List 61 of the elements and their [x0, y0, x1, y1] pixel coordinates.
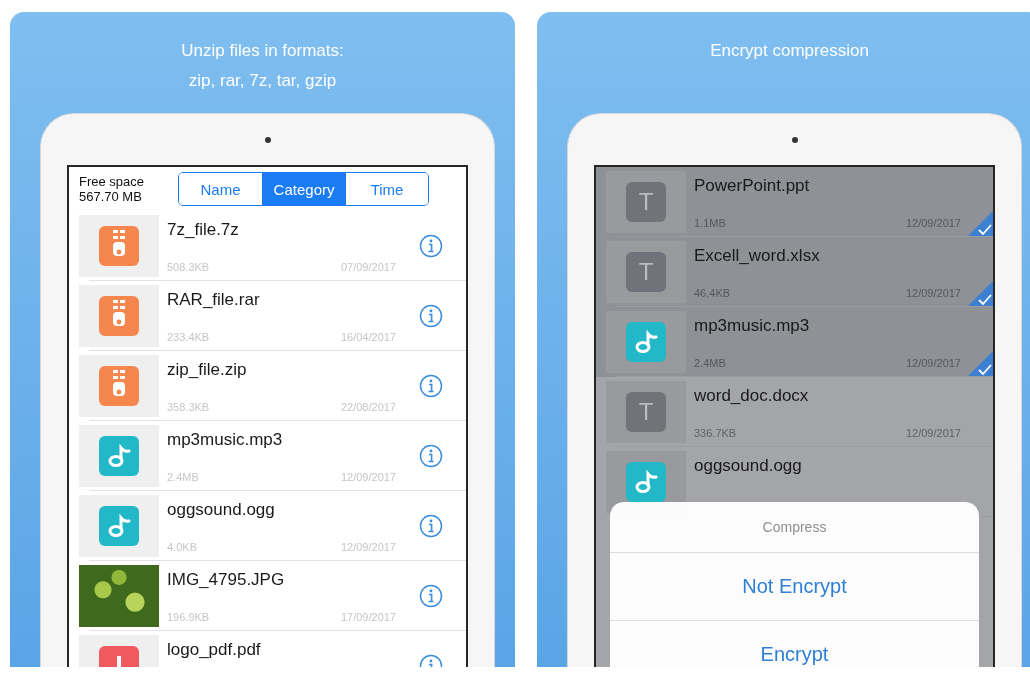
file-name: PowerPoint.ppt: [694, 175, 811, 196]
file-name: 7z_file.7z: [167, 219, 240, 240]
file-name: logo_pdf.pdf: [167, 639, 262, 660]
file-size: 1.1MB: [694, 217, 726, 229]
file-row[interactable]: RAR_file.rar 233.4KB 16/04/2017: [69, 281, 466, 351]
music-note-icon: [99, 436, 139, 476]
caption-line: Unzip files in formats:: [181, 40, 344, 62]
file-name: Excell_word.xlsx: [694, 245, 821, 266]
file-size: 4.0KB: [167, 541, 197, 553]
camera-dot: [264, 136, 271, 143]
check-badge-icon: [967, 211, 993, 237]
file-size: 336.7KB: [694, 427, 737, 439]
sheet-action-button[interactable]: Encrypt: [610, 621, 979, 667]
sheet-title: Compress: [762, 519, 827, 535]
file-name: RAR_file.rar: [167, 289, 261, 310]
file-date: 22/08/2017: [340, 401, 396, 413]
info-icon[interactable]: [419, 234, 443, 258]
sort-tab[interactable]: Category: [262, 173, 346, 205]
file-size: 196.9KB: [167, 611, 210, 623]
info-icon[interactable]: [419, 304, 443, 328]
file-size: 46.4KB: [694, 287, 731, 299]
sheet-action-button[interactable]: Not Encrypt: [610, 553, 979, 621]
file-date: 07/09/2017: [340, 261, 396, 273]
music-note-icon: [626, 322, 666, 362]
free-space-label: Free space: [79, 174, 145, 189]
file-row[interactable]: 7z_file.7z 508.3KB 07/09/2017: [69, 211, 466, 281]
file-name: oggsound.ogg: [167, 499, 276, 520]
info-icon[interactable]: [419, 444, 443, 468]
file-size: 2.4MB: [167, 471, 199, 483]
sort-tab[interactable]: Time: [345, 173, 429, 205]
file-type-icon: T: [626, 252, 666, 292]
zipper-file-icon: [99, 366, 139, 406]
check-badge-icon: [967, 351, 993, 377]
music-note-icon: [99, 506, 139, 546]
file-name: mp3music.mp3: [694, 315, 811, 336]
file-size: 508.3KB: [167, 261, 210, 273]
zipper-file-icon: [99, 226, 139, 266]
free-space-value: 567.70 MB: [79, 189, 143, 204]
file-row[interactable]: zip_file.zip 358.3KB 22/08/2017: [69, 351, 466, 421]
info-icon[interactable]: [419, 584, 443, 608]
file-date: 16/04/2017: [340, 331, 396, 343]
info-icon[interactable]: [419, 514, 443, 538]
file-type-icon: T: [626, 392, 666, 432]
caption-line: zip, rar, 7z, tar, gzip: [188, 70, 337, 92]
file-name: mp3music.mp3: [167, 429, 284, 450]
file-name: word_doc.docx: [694, 385, 810, 406]
info-icon[interactable]: [419, 374, 443, 398]
file-size: 358.3KB: [167, 401, 210, 413]
zipper-file-icon: [99, 296, 139, 336]
file-size: 2.4MB: [694, 357, 726, 369]
camera-dot: [791, 136, 798, 143]
file-date: 17/09/2017: [340, 611, 396, 623]
caption-line: Encrypt compression: [710, 40, 869, 62]
file-date: 12/09/2017: [905, 427, 961, 439]
file-name: oggsound.ogg: [694, 455, 803, 476]
check-badge-icon: [967, 281, 993, 307]
file-row[interactable]: IMG_4795.JPG 196.9KB 17/09/2017: [69, 561, 466, 631]
file-type-icon: T: [626, 182, 666, 222]
file-name: IMG_4795.JPG: [167, 569, 286, 590]
file-name: zip_file.zip: [167, 359, 248, 380]
file-size: 233.4KB: [167, 331, 210, 343]
